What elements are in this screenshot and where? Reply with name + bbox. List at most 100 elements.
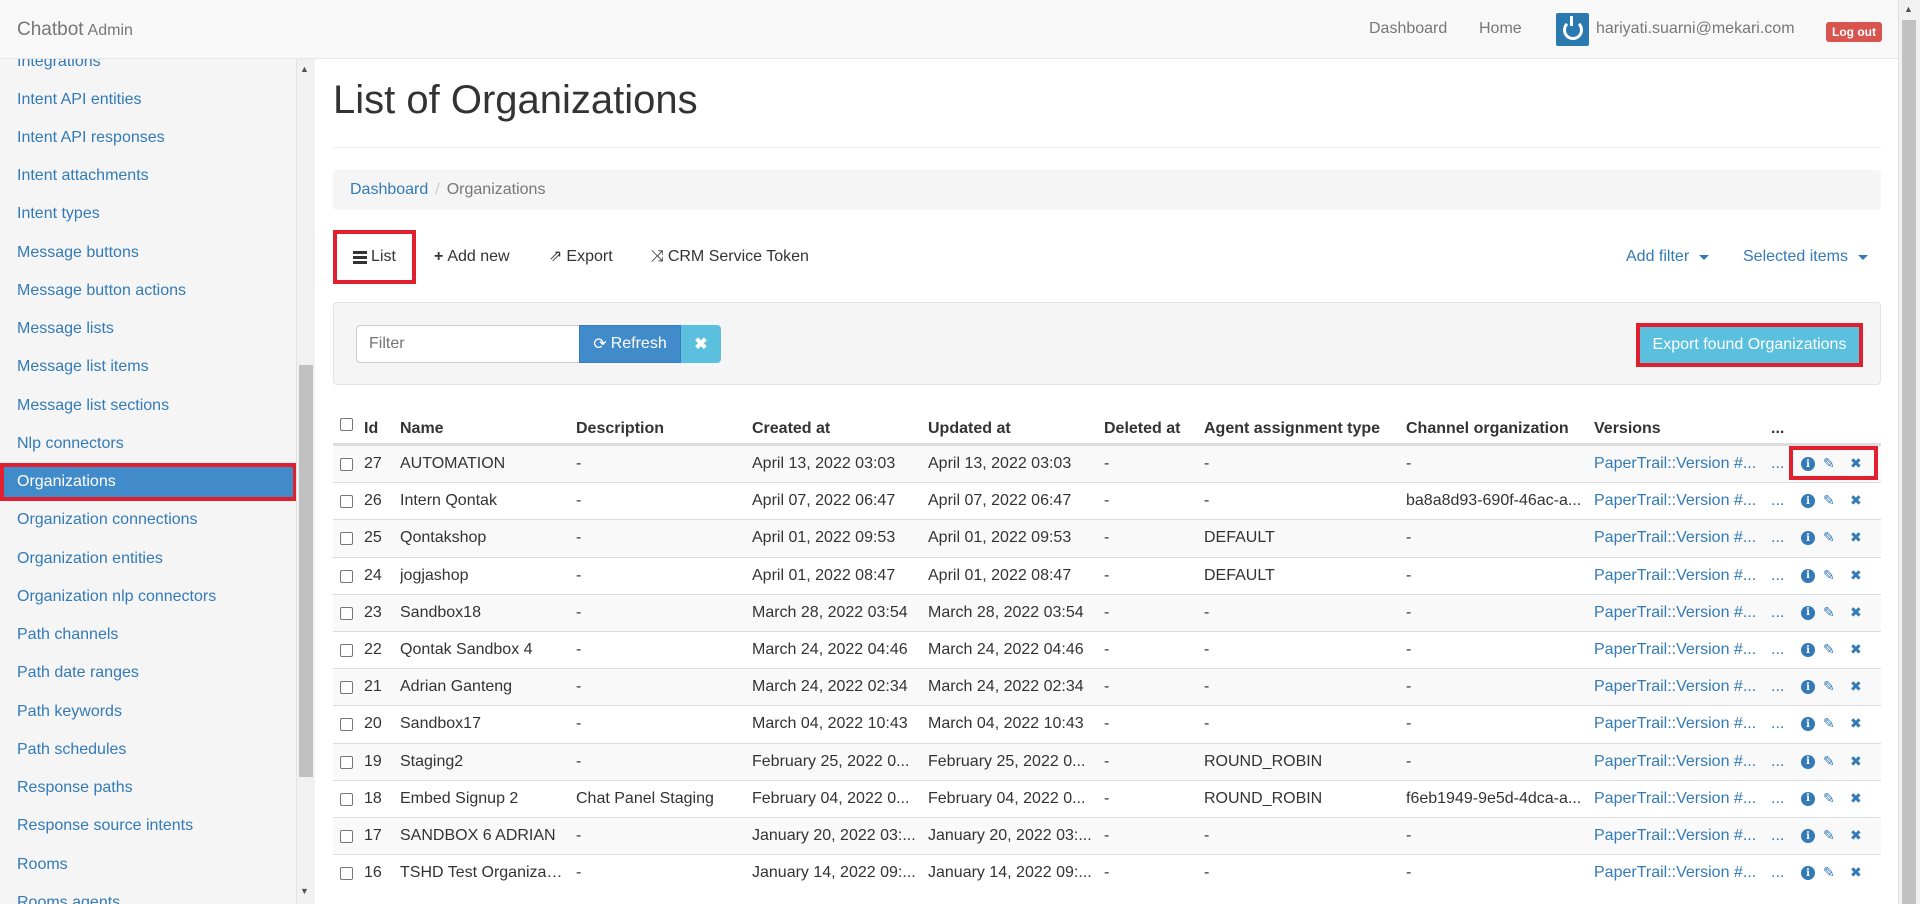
header-name[interactable]: Name <box>400 420 444 438</box>
pencil-icon[interactable]: ✎ <box>1823 567 1835 584</box>
delete-icon[interactable]: ✖ <box>1850 567 1862 584</box>
info-icon[interactable]: i <box>1801 791 1815 806</box>
row-more[interactable]: ... <box>1771 864 1784 882</box>
row-checkbox[interactable] <box>340 532 353 546</box>
row-more[interactable]: ... <box>1771 827 1784 845</box>
header-versions[interactable]: Versions <box>1594 420 1661 438</box>
select-all-checkbox[interactable] <box>340 418 353 431</box>
info-icon[interactable]: i <box>1801 494 1815 509</box>
row-more[interactable]: ... <box>1771 790 1784 808</box>
row-more[interactable]: ... <box>1771 678 1784 696</box>
delete-icon[interactable]: ✖ <box>1850 715 1862 732</box>
row-checkbox[interactable] <box>340 681 353 695</box>
header-channel-organization[interactable]: Channel organization <box>1406 420 1569 438</box>
row-checkbox[interactable] <box>340 792 353 806</box>
row-more[interactable]: ... <box>1771 753 1784 771</box>
row-more[interactable]: ... <box>1771 455 1784 473</box>
row-versions-link[interactable]: PaperTrail::Version #... <box>1594 790 1756 808</box>
export-found-button[interactable]: Export found Organizations <box>1636 323 1863 367</box>
add-filter-dropdown[interactable]: Add filter <box>1626 230 1710 284</box>
delete-icon[interactable]: ✖ <box>1850 827 1862 844</box>
sidebar-item-rooms-agents[interactable]: Rooms agents <box>0 884 296 904</box>
delete-icon[interactable]: ✖ <box>1850 604 1862 621</box>
delete-icon[interactable]: ✖ <box>1850 641 1862 658</box>
row-more[interactable]: ... <box>1771 715 1784 733</box>
row-versions-link[interactable]: PaperTrail::Version #... <box>1594 827 1756 845</box>
sidebar-scrollbar-thumb[interactable] <box>299 365 313 777</box>
clear-filter-button[interactable]: ✖ <box>681 325 721 363</box>
delete-icon[interactable]: ✖ <box>1850 492 1862 509</box>
row-checkbox[interactable] <box>340 606 353 620</box>
sidebar-item-response-source-intents[interactable]: Response source intents <box>0 807 296 845</box>
row-checkbox[interactable] <box>340 755 353 769</box>
header-description[interactable]: Description <box>576 420 664 438</box>
info-icon[interactable]: i <box>1801 754 1815 769</box>
row-versions-link[interactable]: PaperTrail::Version #... <box>1594 678 1756 696</box>
header-id[interactable]: Id <box>364 420 378 438</box>
sidebar-item-integrations[interactable]: Integrations <box>0 59 296 81</box>
pencil-icon[interactable]: ✎ <box>1823 715 1835 732</box>
header-created-at[interactable]: Created at <box>752 420 830 438</box>
pencil-icon[interactable]: ✎ <box>1823 604 1835 621</box>
sidebar-item-rooms[interactable]: Rooms <box>0 846 296 884</box>
page-scroll-up-icon[interactable]: ▲ <box>1904 4 1913 14</box>
sidebar-item-intent-api-entities[interactable]: Intent API entities <box>0 81 296 119</box>
sidebar-item-organization-nlp-connectors[interactable]: Organization nlp connectors <box>0 578 296 616</box>
tab-export[interactable]: ⇗ Export <box>549 230 613 284</box>
delete-icon[interactable]: ✖ <box>1850 864 1862 881</box>
logout-button[interactable]: Log out <box>1826 22 1882 42</box>
sidebar-item-intent-types[interactable]: Intent types <box>0 195 296 233</box>
info-icon[interactable]: i <box>1801 717 1815 732</box>
delete-icon[interactable]: ✖ <box>1850 790 1862 807</box>
info-icon[interactable]: i <box>1801 866 1815 881</box>
delete-icon[interactable]: ✖ <box>1850 678 1862 695</box>
delete-icon[interactable]: ✖ <box>1850 529 1862 546</box>
pencil-icon[interactable]: ✎ <box>1823 641 1835 658</box>
info-icon[interactable]: i <box>1801 680 1815 695</box>
sidebar-item-message-buttons[interactable]: Message buttons <box>0 234 296 272</box>
sidebar-item-organization-connections[interactable]: Organization connections <box>0 501 296 539</box>
sidebar-item-path-schedules[interactable]: Path schedules <box>0 731 296 769</box>
sidebar-item-intent-attachments[interactable]: Intent attachments <box>0 157 296 195</box>
info-icon[interactable]: i <box>1801 605 1815 620</box>
row-more[interactable]: ... <box>1771 529 1784 547</box>
row-checkbox[interactable] <box>340 569 353 583</box>
info-icon[interactable]: i <box>1801 531 1815 546</box>
row-versions-link[interactable]: PaperTrail::Version #... <box>1594 641 1756 659</box>
page-scrollbar-thumb[interactable] <box>1902 20 1916 904</box>
info-icon[interactable]: i <box>1801 643 1815 657</box>
brand-subtitle[interactable]: Admin <box>88 22 133 39</box>
sidebar-scroll-down-icon[interactable]: ▼ <box>300 886 309 896</box>
sidebar-scroll-up-icon[interactable]: ▲ <box>300 64 309 74</box>
header-deleted-at[interactable]: Deleted at <box>1104 420 1180 438</box>
row-versions-link[interactable]: PaperTrail::Version #... <box>1594 753 1756 771</box>
pencil-icon[interactable]: ✎ <box>1823 492 1835 509</box>
row-checkbox[interactable] <box>340 495 353 509</box>
row-more[interactable]: ... <box>1771 641 1784 659</box>
pencil-icon[interactable]: ✎ <box>1823 753 1835 770</box>
row-checkbox[interactable] <box>340 718 353 732</box>
row-more[interactable]: ... <box>1771 604 1784 622</box>
info-icon[interactable]: i <box>1801 829 1815 843</box>
filter-input[interactable] <box>356 325 580 363</box>
row-checkbox[interactable] <box>340 644 353 657</box>
pencil-icon[interactable]: ✎ <box>1823 678 1835 695</box>
brand[interactable]: Chatbot Admin <box>17 19 133 41</box>
row-checkbox[interactable] <box>340 830 353 843</box>
sidebar-item-response-paths[interactable]: Response paths <box>0 769 296 807</box>
sidebar-item-organization-entities[interactable]: Organization entities <box>0 540 296 578</box>
tab-list[interactable]: List <box>333 230 416 284</box>
header-updated-at[interactable]: Updated at <box>928 420 1011 438</box>
pencil-icon[interactable]: ✎ <box>1823 790 1835 807</box>
delete-icon[interactable]: ✖ <box>1850 753 1862 770</box>
sidebar-item-path-date-ranges[interactable]: Path date ranges <box>0 654 296 692</box>
tab-crm-service-token[interactable]: ⤨ CRM Service Token <box>651 230 809 284</box>
nav-home-link[interactable]: Home <box>1479 20 1522 38</box>
row-checkbox[interactable] <box>340 458 353 471</box>
sidebar-item-message-button-actions[interactable]: Message button actions <box>0 272 296 310</box>
row-versions-link[interactable]: PaperTrail::Version #... <box>1594 529 1756 547</box>
sidebar-item-message-list-items[interactable]: Message list items <box>0 348 296 386</box>
row-versions-link[interactable]: PaperTrail::Version #... <box>1594 604 1756 622</box>
power-icon[interactable] <box>1556 13 1589 46</box>
refresh-button[interactable]: ⟳ Refresh <box>579 325 681 363</box>
